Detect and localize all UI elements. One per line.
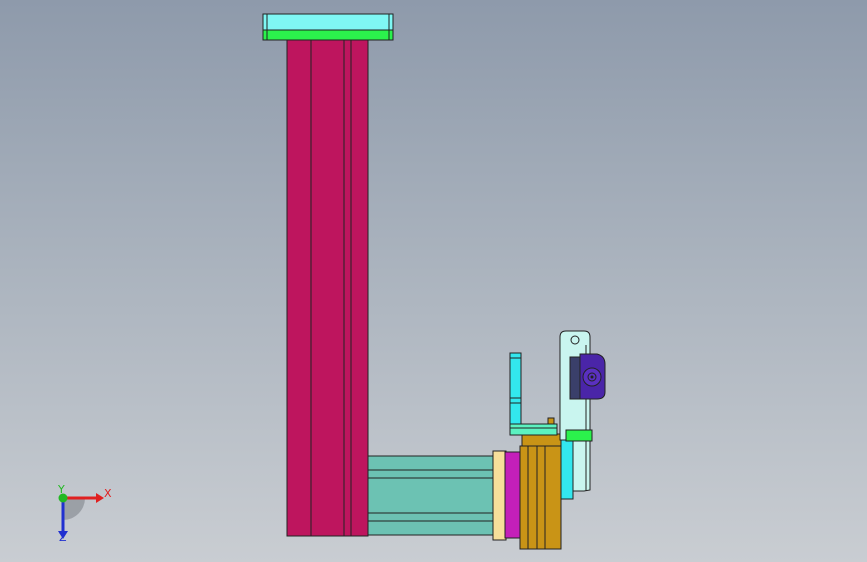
triad-shadow-wedge (63, 498, 85, 520)
vertical-column[interactable] (286, 39, 369, 537)
horizontal-carriage[interactable] (367, 455, 495, 536)
motor-flange[interactable] (492, 450, 507, 541)
y-axis-label: Y (57, 483, 65, 496)
plate-clamp-band[interactable] (565, 429, 593, 442)
x-arrow-head (96, 493, 104, 503)
cad-graphics-viewport[interactable]: X Y Z (0, 0, 867, 562)
x-axis-label: X (104, 487, 112, 500)
cyan-guide-strip[interactable] (560, 438, 574, 500)
top-plate[interactable] (262, 13, 394, 41)
mounting-bracket[interactable] (519, 417, 562, 550)
coordinate-triad: X Y Z (57, 483, 112, 544)
cad-model-canvas[interactable]: X Y Z (0, 0, 867, 562)
motor-body[interactable] (504, 451, 521, 539)
z-axis-label: Z (59, 531, 67, 544)
roller-clamp[interactable] (569, 353, 606, 400)
